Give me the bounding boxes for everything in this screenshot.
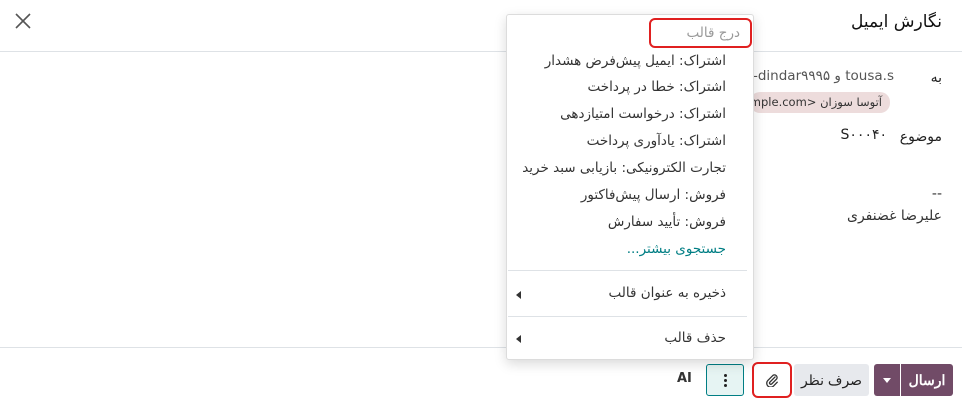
subject-label: موضوع bbox=[899, 129, 942, 145]
dialog-header: نگارش ایمیل bbox=[0, 0, 962, 52]
caret-left-icon bbox=[516, 335, 521, 343]
send-button[interactable]: ارسال bbox=[901, 364, 953, 396]
caret-left-icon bbox=[516, 291, 521, 299]
template-item[interactable]: اشتراک: خطا در پرداخت bbox=[588, 79, 726, 95]
attach-file-button[interactable] bbox=[752, 362, 792, 398]
to-label: به bbox=[930, 70, 942, 86]
more-options-button[interactable] bbox=[706, 364, 744, 396]
signature-separator: -- bbox=[931, 186, 942, 202]
template-item[interactable]: اشتراک: یادآوری پرداخت bbox=[587, 133, 726, 149]
subject-input[interactable]: S۰۰۰۴۰ bbox=[841, 127, 887, 143]
template-item[interactable]: اشتراک: درخواست امتیازدهی bbox=[560, 106, 726, 122]
signature-name: علیرضا غضنفری bbox=[847, 208, 942, 224]
ai-button[interactable]: AI bbox=[677, 371, 692, 386]
menu-divider bbox=[508, 316, 747, 317]
recipients-field[interactable]: tousa.s و f-dindar۹۹۹۵ bbox=[749, 68, 894, 84]
search-more-link[interactable]: جستجوی بیشتر... bbox=[627, 241, 726, 257]
template-item[interactable]: فروش: تأیید سفارش bbox=[608, 214, 726, 230]
send-options-caret-icon[interactable] bbox=[874, 364, 900, 396]
vertical-dots-icon bbox=[724, 374, 727, 388]
discard-button[interactable]: صرف نظر bbox=[794, 364, 869, 396]
template-item[interactable]: تجارت الکترونیکی: بازیابی سبد خرید bbox=[522, 160, 726, 176]
insert-template-field[interactable]: درج قالب bbox=[649, 18, 752, 48]
recipient-tag[interactable]: آتوسا سوزان <xample.com> bbox=[750, 92, 890, 113]
template-item[interactable]: اشتراک: ایمیل پیش‌فرض هشدار bbox=[545, 53, 726, 69]
template-dropdown: درج قالب اشتراک: ایمیل پیش‌فرض هشدار اشت… bbox=[506, 14, 754, 360]
close-icon[interactable] bbox=[12, 10, 34, 32]
dialog-title: نگارش ایمیل bbox=[851, 12, 942, 32]
template-item[interactable]: فروش: ارسال پیش‌فاکتور bbox=[581, 187, 726, 203]
save-as-template-item[interactable]: ذخیره به عنوان قالب bbox=[608, 285, 726, 301]
delete-template-item[interactable]: حذف قالب bbox=[664, 330, 726, 346]
paperclip-icon bbox=[766, 374, 778, 387]
insert-template-placeholder: درج قالب bbox=[686, 25, 740, 41]
menu-divider bbox=[508, 270, 747, 271]
